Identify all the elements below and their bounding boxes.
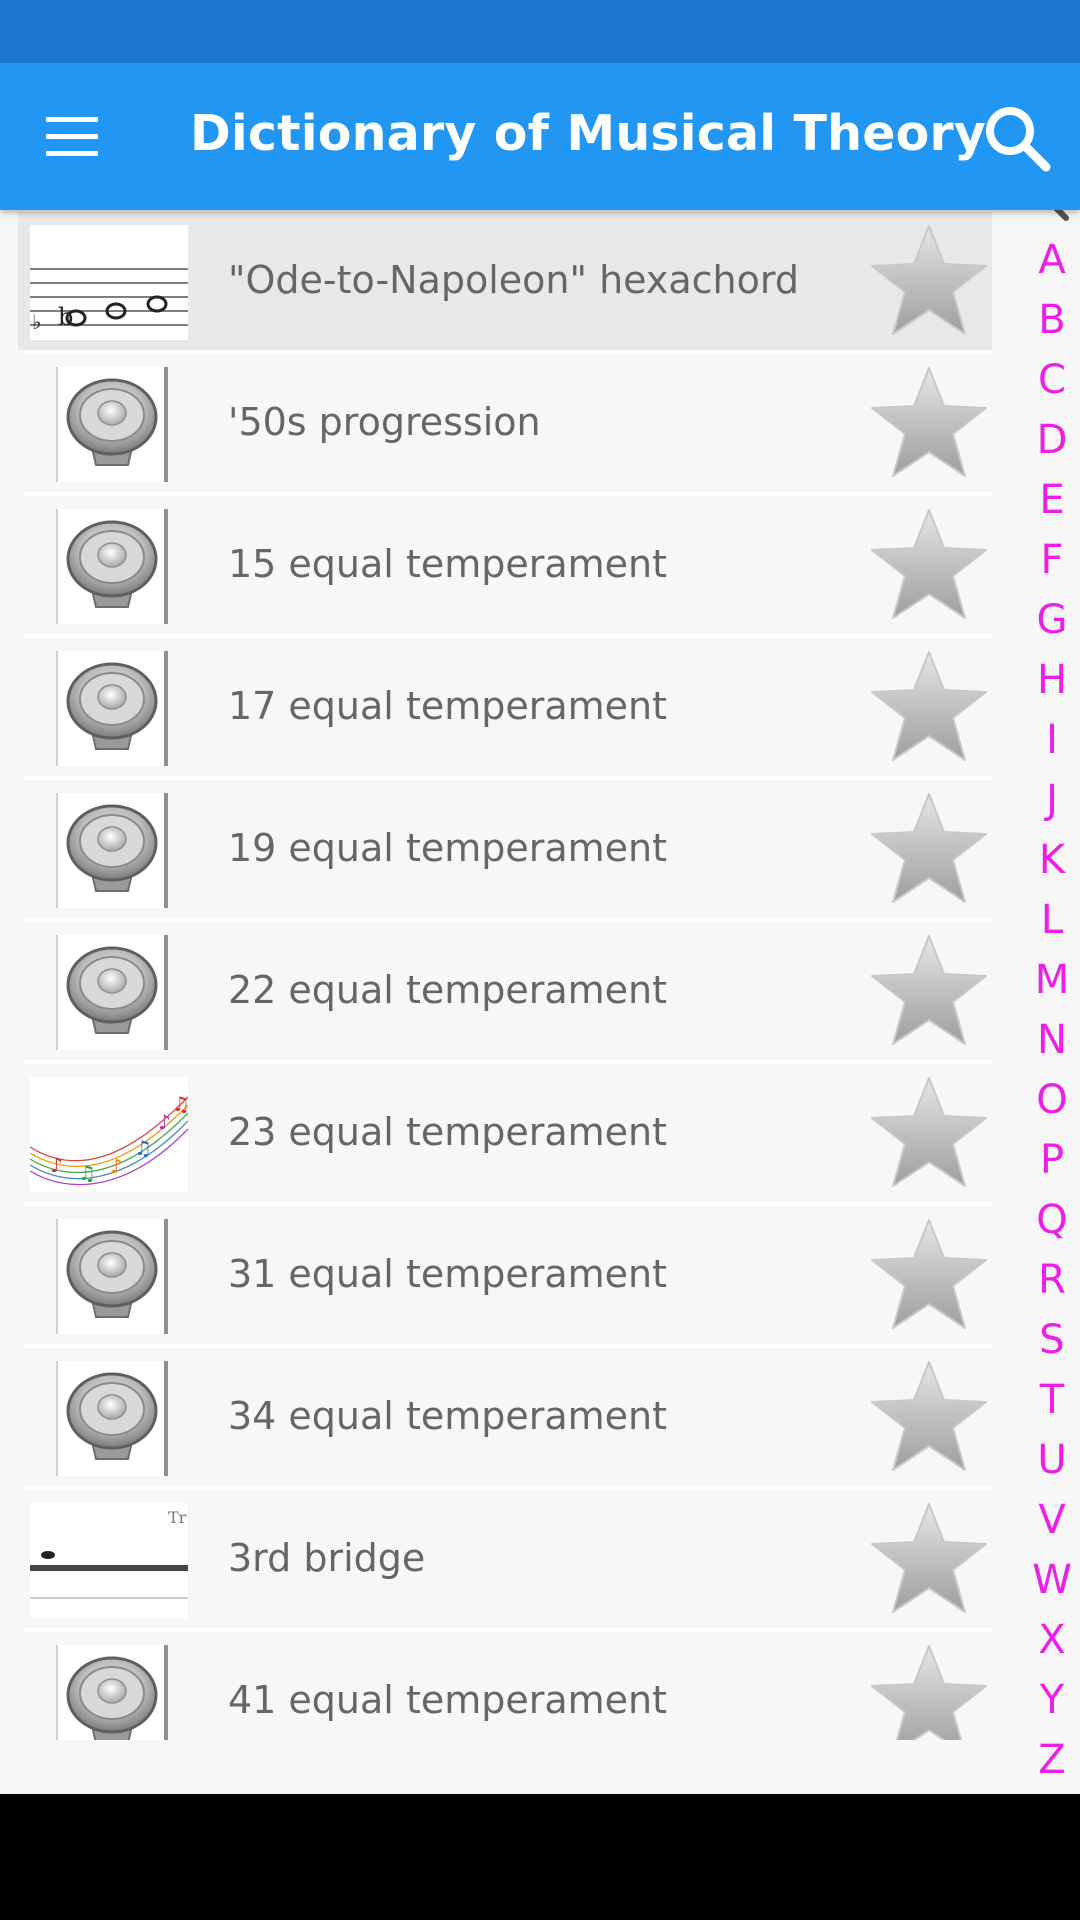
list-item[interactable]: ♪ ♫ ♪ ♫ ♪ ♫ 23 equal temperament bbox=[18, 1064, 992, 1206]
list-item-label: 22 equal temperament bbox=[228, 968, 668, 1012]
index-letter-j[interactable]: J bbox=[1010, 776, 1080, 824]
index-letter-q[interactable]: Q bbox=[1010, 1196, 1080, 1244]
list-item[interactable]: 41 equal temperament bbox=[18, 1632, 992, 1740]
favorite-star-icon[interactable] bbox=[868, 364, 990, 482]
index-letter-p[interactable]: P bbox=[1010, 1136, 1080, 1184]
list-item[interactable]: '50s progression bbox=[18, 354, 992, 496]
staff-line-image: Tr bbox=[30, 1503, 188, 1618]
list-item[interactable]: 15 equal temperament bbox=[18, 496, 992, 638]
alphabet-index-bar[interactable]: ABCDEFGHIJKLMNOPQRSTUVWXYZ bbox=[1010, 210, 1080, 1794]
index-letter-o[interactable]: O bbox=[1010, 1076, 1080, 1124]
system-navigation-bar bbox=[0, 1794, 1080, 1920]
speaker-icon bbox=[56, 793, 168, 908]
index-letter-e[interactable]: E bbox=[1010, 476, 1080, 524]
sheet-music-image: b ♭ bbox=[30, 225, 188, 340]
svg-text:♫: ♫ bbox=[78, 1161, 96, 1185]
svg-text:Tr: Tr bbox=[168, 1508, 187, 1527]
index-letter-y[interactable]: Y bbox=[1010, 1676, 1080, 1724]
list-item-label: 31 equal temperament bbox=[228, 1252, 668, 1296]
list-item-label: 15 equal temperament bbox=[228, 542, 668, 586]
app-bar: Dictionary of Musical Theory bbox=[0, 63, 1080, 210]
list-item-label: 3rd bridge bbox=[228, 1536, 426, 1580]
favorite-star-icon[interactable] bbox=[868, 932, 990, 1050]
list-item[interactable]: 17 equal temperament bbox=[18, 638, 992, 780]
index-letter-d[interactable]: D bbox=[1010, 416, 1080, 464]
app-title: Dictionary of Musical Theory bbox=[190, 105, 987, 162]
favorite-star-icon[interactable] bbox=[868, 222, 990, 340]
index-letter-t[interactable]: T bbox=[1010, 1376, 1080, 1424]
index-letter-g[interactable]: G bbox=[1010, 596, 1080, 644]
favorite-star-icon[interactable] bbox=[868, 648, 990, 766]
index-letter-l[interactable]: L bbox=[1010, 896, 1080, 944]
list-item[interactable]: 34 equal temperament bbox=[18, 1348, 992, 1490]
favorite-star-icon[interactable] bbox=[868, 1358, 990, 1476]
list-item-label: 41 equal temperament bbox=[228, 1678, 668, 1722]
search-icon[interactable] bbox=[982, 103, 1054, 175]
favorite-star-icon[interactable] bbox=[868, 506, 990, 624]
list-item-label: '50s progression bbox=[228, 400, 541, 444]
status-bar bbox=[0, 0, 1080, 63]
index-letter-c[interactable]: C bbox=[1010, 356, 1080, 404]
svg-text:♪: ♪ bbox=[110, 1154, 123, 1178]
favorite-star-icon[interactable] bbox=[868, 1216, 990, 1334]
index-letter-z[interactable]: Z bbox=[1010, 1736, 1080, 1784]
svg-text:♭: ♭ bbox=[32, 310, 41, 334]
list-item[interactable]: Tr 3rd bridge bbox=[18, 1490, 992, 1632]
speaker-icon bbox=[56, 1645, 168, 1740]
index-letter-h[interactable]: H bbox=[1010, 656, 1080, 704]
speaker-icon bbox=[56, 367, 168, 482]
list-item[interactable]: 19 equal temperament bbox=[18, 780, 992, 922]
index-letter-n[interactable]: N bbox=[1010, 1016, 1080, 1064]
speaker-icon bbox=[56, 1361, 168, 1476]
term-list[interactable]: b ♭ "Ode-to-Napoleon" hexachord '50s pro… bbox=[18, 210, 992, 1740]
list-item-label: 34 equal temperament bbox=[228, 1394, 668, 1438]
list-item-label: 23 equal temperament bbox=[228, 1110, 668, 1154]
index-letter-v[interactable]: V bbox=[1010, 1496, 1080, 1544]
list-item[interactable]: b ♭ "Ode-to-Napoleon" hexachord bbox=[18, 212, 992, 354]
list-item[interactable]: 31 equal temperament bbox=[18, 1206, 992, 1348]
content-area: b ♭ "Ode-to-Napoleon" hexachord '50s pro… bbox=[0, 210, 1080, 1794]
index-letter-a[interactable]: A bbox=[1010, 236, 1080, 284]
favorite-star-icon[interactable] bbox=[868, 790, 990, 908]
speaker-icon bbox=[56, 509, 168, 624]
svg-text:♫: ♫ bbox=[134, 1136, 152, 1160]
speaker-icon bbox=[56, 651, 168, 766]
speaker-icon bbox=[56, 935, 168, 1050]
index-letter-f[interactable]: F bbox=[1010, 536, 1080, 584]
favorite-star-icon[interactable] bbox=[868, 1074, 990, 1192]
index-letter-w[interactable]: W bbox=[1010, 1556, 1080, 1604]
svg-text:♫: ♫ bbox=[172, 1092, 188, 1116]
index-letter-r[interactable]: R bbox=[1010, 1256, 1080, 1304]
index-letter-k[interactable]: K bbox=[1010, 836, 1080, 884]
favorite-star-icon[interactable] bbox=[868, 1500, 990, 1618]
svg-text:♪: ♪ bbox=[158, 1110, 171, 1134]
svg-text:♪: ♪ bbox=[50, 1153, 63, 1177]
speaker-icon bbox=[56, 1219, 168, 1334]
favorite-star-icon[interactable] bbox=[868, 1642, 990, 1740]
index-search-icon[interactable] bbox=[1022, 210, 1072, 224]
list-item-label: 17 equal temperament bbox=[228, 684, 668, 728]
index-letter-i[interactable]: I bbox=[1010, 716, 1080, 764]
list-item-label: 19 equal temperament bbox=[228, 826, 668, 870]
list-item[interactable]: 22 equal temperament bbox=[18, 922, 992, 1064]
index-letter-x[interactable]: X bbox=[1010, 1616, 1080, 1664]
index-letter-s[interactable]: S bbox=[1010, 1316, 1080, 1364]
svg-text:b: b bbox=[58, 303, 73, 331]
list-item-label: "Ode-to-Napoleon" hexachord bbox=[228, 258, 799, 302]
colorful-notes-image: ♪ ♫ ♪ ♫ ♪ ♫ bbox=[29, 1077, 190, 1192]
index-letter-b[interactable]: B bbox=[1010, 296, 1080, 344]
hamburger-menu-icon[interactable] bbox=[46, 117, 98, 157]
index-letter-u[interactable]: U bbox=[1010, 1436, 1080, 1484]
index-letter-m[interactable]: M bbox=[1010, 956, 1080, 1004]
